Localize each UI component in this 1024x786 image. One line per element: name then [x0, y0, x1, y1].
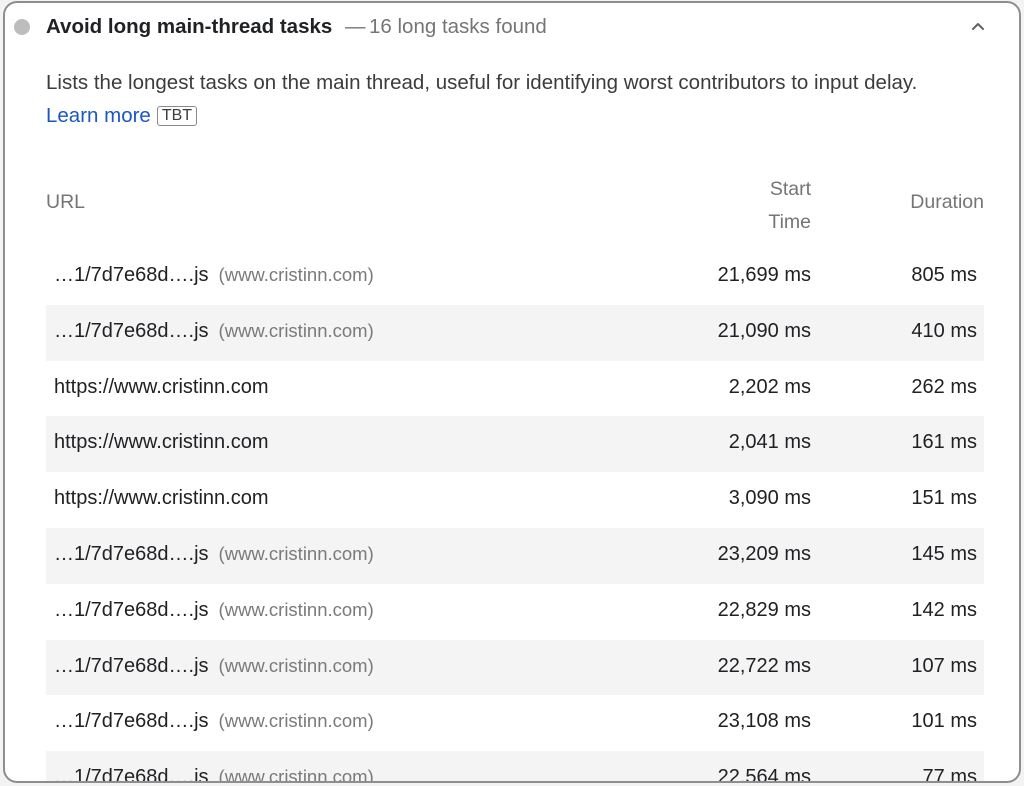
table-row: …1/7d7e68d….js (www.cristinn.com) 22,564 m…	[46, 751, 984, 783]
url-host: (www.cristinn.com)	[218, 710, 374, 732]
duration-cell: 410 ms	[911, 319, 977, 342]
table-header: URL Start Time Duration	[46, 171, 984, 237]
learn-more-link[interactable]: Learn more	[46, 104, 151, 127]
url-text[interactable]: …1/7d7e68d….js	[54, 766, 209, 781]
url-cell[interactable]: https://www.cristinn.com	[54, 487, 269, 510]
start-time-cell: 21,090 ms	[717, 319, 811, 342]
audit-title: Avoid long main-thread tasks	[46, 15, 333, 38]
title-separator: —	[345, 15, 366, 38]
url-cell[interactable]: …1/7d7e68d….js (www.cristinn.com)	[54, 655, 374, 678]
url-text[interactable]: …1/7d7e68d….js	[54, 655, 209, 677]
url-text[interactable]: …1/7d7e68d….js	[54, 264, 209, 286]
table-row: …1/7d7e68d….js (www.cristinn.com) 22,829 m…	[46, 584, 984, 640]
duration-cell: 142 ms	[911, 598, 977, 621]
start-time-cell: 22,722 ms	[717, 654, 811, 677]
duration-cell: 151 ms	[911, 487, 977, 510]
table-row: …1/7d7e68d….js (www.cristinn.com) 23,209 m…	[46, 527, 984, 584]
url-text[interactable]: https://www.cristinn.com	[54, 487, 269, 509]
url-cell[interactable]: https://www.cristinn.com	[54, 431, 269, 454]
url-cell[interactable]: …1/7d7e68d….js (www.cristinn.com)	[54, 766, 374, 783]
url-host: (www.cristinn.com)	[218, 264, 374, 285]
duration-cell: 161 ms	[911, 431, 977, 454]
table-row: https://www.cristinn.com 2,041 ms 161 ms	[46, 416, 984, 473]
url-text[interactable]: https://www.cristinn.com	[54, 431, 269, 453]
table-row: …1/7d7e68d….js (www.cristinn.com) 21,699 m…	[46, 249, 984, 305]
chevron-up-icon[interactable]	[969, 17, 987, 35]
audit-header[interactable]: Avoid long main-thread tasks — 16 long t…	[5, 3, 1019, 53]
start-time-cell: 2,202 ms	[728, 375, 811, 398]
start-header-line1: Start	[769, 178, 811, 200]
start-header-line2: Time	[768, 211, 811, 233]
start-time-cell: 23,108 ms	[717, 710, 811, 733]
url-host: (www.cristinn.com)	[218, 542, 374, 564]
column-header-duration: Duration	[910, 191, 984, 213]
duration-cell: 77 ms	[922, 766, 977, 783]
start-time-cell: 3,090 ms	[728, 487, 811, 510]
audit-display-value: 16 long tasks found	[369, 15, 547, 38]
url-text[interactable]: …1/7d7e68d….js	[54, 543, 209, 565]
url-text[interactable]: …1/7d7e68d….js	[54, 710, 209, 732]
url-text[interactable]: …1/7d7e68d….js	[54, 599, 209, 621]
description-text: Lists the longest tasks on the main thre…	[46, 71, 918, 94]
url-cell[interactable]: …1/7d7e68d….js (www.cristinn.com)	[54, 320, 374, 343]
start-time-cell: 21,699 ms	[717, 264, 811, 286]
duration-cell: 805 ms	[911, 264, 977, 286]
url-text[interactable]: …1/7d7e68d….js	[54, 320, 209, 342]
url-host: (www.cristinn.com)	[218, 319, 374, 341]
url-host: (www.cristinn.com)	[218, 766, 374, 783]
table-row: https://www.cristinn.com 3,090 ms 151 ms	[46, 472, 984, 528]
table-row: https://www.cristinn.com 2,202 ms 262 ms	[46, 361, 984, 417]
status-dot-icon	[14, 19, 30, 35]
start-time-cell: 22,829 ms	[717, 598, 811, 621]
table-row: …1/7d7e68d….js (www.cristinn.com) 23,108 m…	[46, 695, 984, 751]
url-cell[interactable]: …1/7d7e68d….js (www.cristinn.com)	[54, 710, 374, 733]
url-cell[interactable]: https://www.cristinn.com	[54, 376, 269, 399]
duration-cell: 101 ms	[911, 710, 977, 733]
table-row: …1/7d7e68d….js (www.cristinn.com) 21,090 m…	[46, 304, 984, 361]
start-time-cell: 2,041 ms	[728, 431, 811, 454]
table-row: …1/7d7e68d….js (www.cristinn.com) 22,722 m…	[46, 639, 984, 696]
url-text[interactable]: https://www.cristinn.com	[54, 376, 269, 398]
url-cell[interactable]: …1/7d7e68d….js (www.cristinn.com)	[54, 599, 374, 622]
duration-cell: 262 ms	[911, 375, 977, 398]
audit-panel: Avoid long main-thread tasks — 16 long t…	[3, 1, 1021, 783]
duration-cell: 145 ms	[911, 542, 977, 565]
start-time-cell: 23,209 ms	[717, 542, 811, 565]
start-time-cell: 22,564 ms	[717, 766, 811, 783]
url-cell[interactable]: …1/7d7e68d….js (www.cristinn.com)	[54, 264, 374, 287]
table-body: …1/7d7e68d….js (www.cristinn.com) 21,699 m…	[46, 249, 984, 783]
url-cell[interactable]: …1/7d7e68d….js (www.cristinn.com)	[54, 543, 374, 566]
column-header-start-time: Start Time	[768, 173, 811, 239]
tbt-badge: TBT	[156, 106, 198, 126]
duration-cell: 107 ms	[911, 654, 977, 677]
column-header-url: URL	[46, 191, 86, 213]
url-host: (www.cristinn.com)	[218, 654, 374, 676]
url-host: (www.cristinn.com)	[218, 598, 374, 620]
audit-description: Lists the longest tasks on the main thre…	[46, 66, 966, 132]
